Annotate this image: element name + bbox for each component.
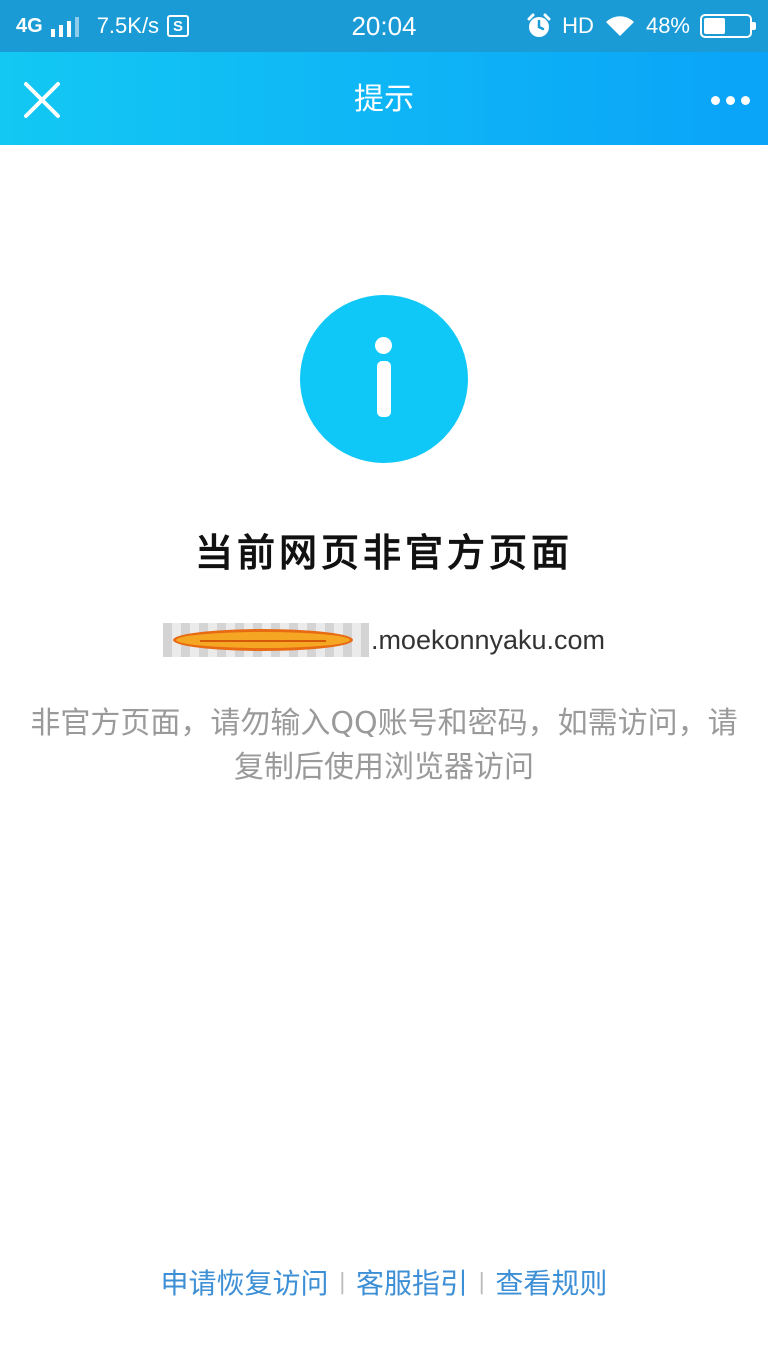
link-separator: | <box>338 1269 346 1295</box>
alarm-icon <box>527 13 551 37</box>
info-icon <box>300 295 468 463</box>
url-display: .moekonnyaku.com <box>0 620 768 660</box>
status-right: HD 48% <box>526 10 756 42</box>
page-title: 提示 <box>354 82 414 117</box>
customer-service-link[interactable]: 客服指引 <box>356 1262 468 1302</box>
view-rules-link[interactable]: 查看规则 <box>495 1262 607 1302</box>
url-suffix: .moekonnyaku.com <box>370 624 606 655</box>
redacted-domain <box>162 623 369 657</box>
navigation-bar: 提示 <box>0 52 768 145</box>
more-options-icon[interactable] <box>708 82 752 118</box>
warning-title: 当前网页非官方页面 <box>194 531 573 575</box>
link-separator: | <box>478 1269 486 1295</box>
wifi-icon <box>605 16 634 36</box>
battery-icon <box>700 14 756 38</box>
battery-percent: 48% <box>645 13 690 38</box>
hd-indicator: HD <box>562 13 594 38</box>
footer-links: 申请恢复访问 | 客服指引 | 查看规则 <box>0 1262 768 1302</box>
warning-description: 非官方页面，请勿输入QQ账号和密码，如需访问，请复制后使用浏览器访问 <box>30 706 738 785</box>
redaction-scribble <box>172 629 353 651</box>
restore-access-link[interactable]: 申请恢复访问 <box>161 1262 329 1302</box>
battery-fill <box>704 18 726 34</box>
status-bar: 4G 7.5K/s S 20:04 HD 48% <box>0 0 768 52</box>
